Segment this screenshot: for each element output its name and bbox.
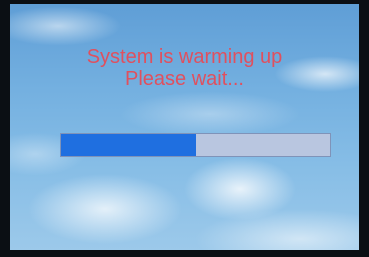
device-screen: System is warming up Please wait... [10, 4, 359, 250]
status-message: System is warming up Please wait... [10, 46, 359, 90]
status-line-2: Please wait... [125, 68, 244, 90]
status-line-1: System is warming up [86, 46, 283, 68]
progress-bar [60, 133, 331, 157]
progress-bar-fill [61, 134, 196, 156]
